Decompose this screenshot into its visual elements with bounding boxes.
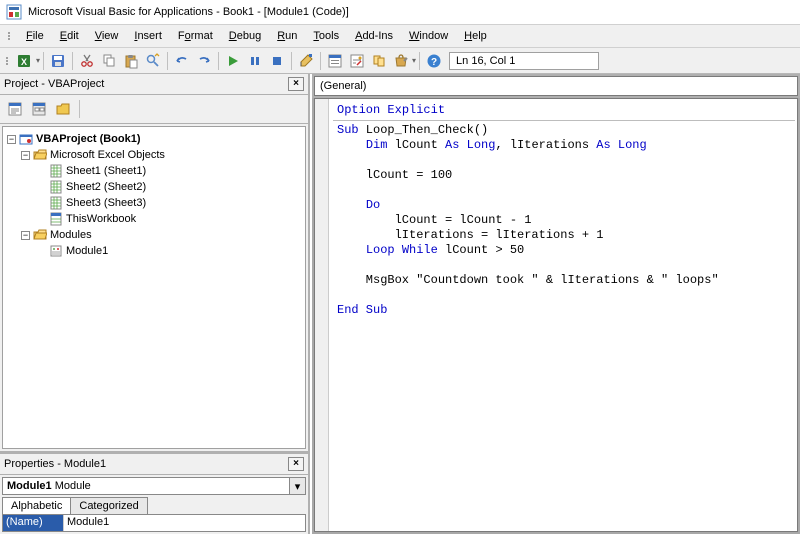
worksheet-icon (49, 196, 63, 210)
view-object-icon[interactable] (28, 98, 50, 120)
tree-expander[interactable]: − (7, 135, 16, 144)
menu-debug[interactable]: Debug (223, 28, 267, 44)
project-panel-title: Project - VBAProject × (0, 74, 308, 95)
view-excel-icon[interactable]: X (14, 50, 36, 72)
menu-insert[interactable]: Insert (128, 28, 168, 44)
menu-run[interactable]: Run (271, 28, 303, 44)
tab-alphabetic[interactable]: Alphabetic (2, 497, 71, 514)
code-pane: (General) Option Explicit Sub Loop_Then_… (310, 74, 800, 534)
properties-grid[interactable]: (Name) Module1 (2, 514, 306, 532)
code-margin (315, 99, 329, 531)
run-icon[interactable] (222, 50, 244, 72)
menu-grip[interactable] (8, 28, 14, 44)
project-close-button[interactable]: × (288, 77, 304, 91)
project-tree[interactable]: − VBAProject (Book1) − Microsoft Excel O… (2, 126, 306, 449)
help-icon[interactable]: ? (423, 50, 445, 72)
break-icon[interactable] (244, 50, 266, 72)
tree-sheet2[interactable]: Sheet2 (Sheet2) (7, 179, 301, 195)
svg-text:?: ? (431, 57, 437, 68)
paste-icon[interactable] (120, 50, 142, 72)
app-icon (6, 4, 22, 20)
design-mode-icon[interactable] (295, 50, 317, 72)
tab-categorized[interactable]: Categorized (70, 497, 147, 514)
svg-text:X: X (21, 57, 27, 67)
copy-icon[interactable] (98, 50, 120, 72)
tree-module1[interactable]: Module1 (7, 243, 301, 259)
properties-object-dropdown[interactable]: Module1 Module ▾ (2, 477, 306, 495)
left-pane: Project - VBAProject × − VBAProject (Boo… (0, 74, 310, 534)
tree-sheet1[interactable]: Sheet1 (Sheet1) (7, 163, 301, 179)
project-toolbar (0, 95, 308, 124)
toolbar-grip[interactable] (6, 57, 12, 65)
menu-edit[interactable]: Edit (54, 28, 85, 44)
toggle-folders-icon[interactable] (52, 98, 74, 120)
object-browser-icon[interactable] (368, 50, 390, 72)
properties-panel-title: Properties - Module1 × (0, 454, 308, 475)
worksheet-icon (49, 164, 63, 178)
module-icon (49, 244, 63, 258)
menu-file[interactable]: FFileile (20, 28, 50, 44)
tree-expander[interactable]: − (21, 151, 30, 160)
cursor-position: Ln 16, Col 1 (449, 52, 599, 70)
menu-help[interactable]: Help (458, 28, 493, 44)
window-title: Microsoft Visual Basic for Applications … (28, 6, 349, 18)
cut-icon[interactable] (76, 50, 98, 72)
tree-sheet3[interactable]: Sheet3 (Sheet3) (7, 195, 301, 211)
menu-window[interactable]: Window (403, 28, 454, 44)
property-value[interactable]: Module1 (63, 515, 305, 531)
tree-folder-modules[interactable]: − Modules (7, 227, 301, 243)
workbook-icon (49, 212, 63, 226)
code-editor[interactable]: Option Explicit Sub Loop_Then_Check() Di… (314, 98, 798, 532)
code-text[interactable]: Option Explicit Sub Loop_Then_Check() Di… (315, 99, 797, 322)
properties-icon[interactable] (346, 50, 368, 72)
property-row[interactable]: (Name) Module1 (3, 515, 305, 531)
tree-expander[interactable]: − (21, 231, 30, 240)
properties-panel: Properties - Module1 × Module1 Module ▾ … (0, 451, 308, 534)
find-icon[interactable] (142, 50, 164, 72)
tree-root[interactable]: − VBAProject (Book1) (7, 131, 301, 147)
undo-icon[interactable] (171, 50, 193, 72)
menu-view[interactable]: View (89, 28, 125, 44)
dropdown-arrow-icon[interactable]: ▾ (290, 477, 306, 495)
properties-close-button[interactable]: × (288, 457, 304, 471)
tree-folder-excel[interactable]: − Microsoft Excel Objects (7, 147, 301, 163)
project-icon (19, 132, 33, 146)
menu-bar: FFileile Edit View Insert Format Debug R… (0, 25, 800, 48)
save-icon[interactable] (47, 50, 69, 72)
standard-toolbar: X ▾ ▾ ? Ln 16, Col 1 (0, 48, 800, 74)
folder-open-icon (33, 148, 47, 162)
folder-open-icon (33, 228, 47, 242)
project-explorer-icon[interactable] (324, 50, 346, 72)
menu-tools[interactable]: Tools (307, 28, 345, 44)
menu-addins[interactable]: Add-Ins (349, 28, 399, 44)
object-dropdown[interactable]: (General) (314, 76, 798, 96)
worksheet-icon (49, 180, 63, 194)
menu-format[interactable]: Format (172, 28, 219, 44)
toolbox-icon[interactable] (390, 50, 412, 72)
tree-thisworkbook[interactable]: ThisWorkbook (7, 211, 301, 227)
title-bar: Microsoft Visual Basic for Applications … (0, 0, 800, 25)
redo-icon[interactable] (193, 50, 215, 72)
view-code-icon[interactable] (4, 98, 26, 120)
property-name: (Name) (3, 515, 63, 531)
reset-icon[interactable] (266, 50, 288, 72)
